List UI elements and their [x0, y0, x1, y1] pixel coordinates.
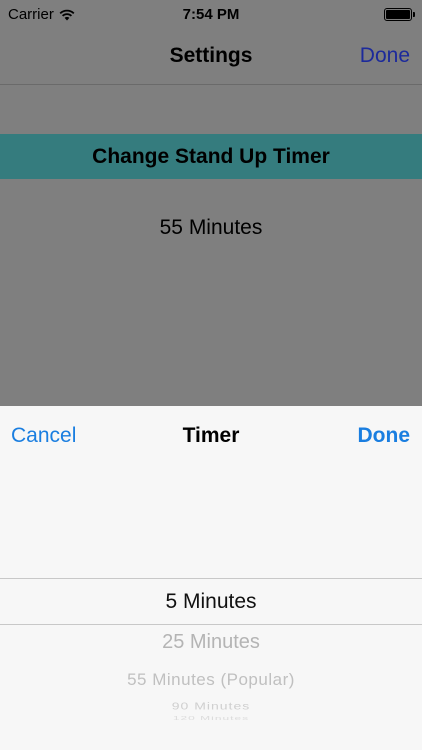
picker-option[interactable]: 25 Minutes: [0, 631, 422, 654]
navigation-bar: Settings Done: [0, 30, 422, 85]
picker-option[interactable]: 120 Minutes: [0, 715, 422, 721]
cancel-button[interactable]: Cancel: [11, 424, 76, 448]
picker-option[interactable]: 90 Minutes: [0, 700, 422, 711]
picker-option[interactable]: 55 Minutes (Popular): [0, 670, 422, 690]
status-time: 7:54 PM: [182, 6, 240, 23]
status-bar: Carrier 7:54 PM: [0, 0, 422, 30]
selection-line-bottom: [0, 624, 422, 625]
battery-icon: [384, 8, 415, 21]
picker-toolbar: Cancel Timer Done: [0, 406, 422, 464]
page-title: Settings: [169, 44, 253, 67]
nav-done-button[interactable]: Done: [360, 44, 410, 68]
selection-line-top: [0, 578, 422, 579]
banner-label: Change Stand Up Timer: [92, 145, 330, 168]
change-timer-banner[interactable]: Change Stand Up Timer: [0, 134, 422, 179]
picker-option[interactable]: 5 Minutes: [0, 590, 422, 614]
timer-picker-sheet: Cancel Timer Done 5 Minutes 25 Minutes 5…: [0, 406, 422, 750]
battery-fill: [386, 10, 410, 19]
timer-picker-wheel[interactable]: 5 Minutes 25 Minutes 55 Minutes (Popular…: [0, 464, 422, 750]
picker-done-button[interactable]: Done: [358, 424, 411, 448]
current-timer-value[interactable]: 55 Minutes: [0, 216, 422, 240]
